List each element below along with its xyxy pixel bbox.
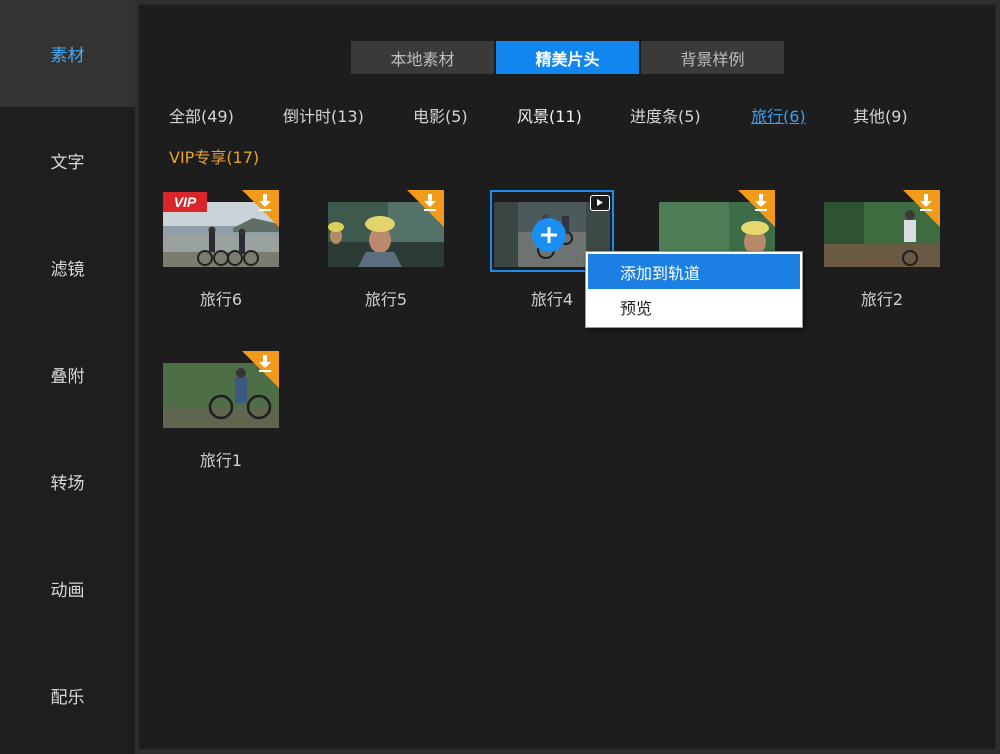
category-other[interactable]: 其他(9) [853, 107, 908, 127]
tab-label: 背景样例 [680, 49, 745, 69]
download-icon[interactable] [903, 190, 940, 227]
category-scenery[interactable]: 风景(11) [517, 107, 582, 127]
thumbnail [820, 190, 944, 272]
material-panel: 本地素材 精美片头 背景样例 全部(49) 倒计时(13) 电影(5) 风景(1… [138, 4, 996, 750]
category-countdown[interactable]: 倒计时(13) [283, 107, 364, 127]
context-menu: 添加到轨道 预览 [585, 251, 803, 328]
sidebar-item-overlay[interactable]: 叠附 [0, 321, 135, 428]
sidebar-item-label: 叠附 [50, 367, 85, 387]
menu-item-label: 添加到轨道 [620, 263, 701, 283]
sidebar-item-label: 动画 [50, 581, 85, 601]
tab-label: 本地素材 [390, 49, 455, 69]
category-progress-bar[interactable]: 进度条(5) [630, 107, 701, 127]
thumbnail [159, 351, 283, 433]
add-plus-icon[interactable] [532, 218, 566, 252]
category-movie[interactable]: 电影(5) [413, 107, 468, 127]
vip-badge: VIP [163, 192, 207, 212]
tab-label: 精美片头 [535, 49, 600, 69]
thumbnail [324, 190, 448, 272]
menu-item-label: 预览 [620, 298, 653, 318]
menu-item-preview[interactable]: 预览 [588, 289, 800, 324]
menu-item-add-to-track[interactable]: 添加到轨道 [588, 254, 800, 289]
download-icon[interactable] [738, 190, 775, 227]
thumbnail: VIP [159, 190, 283, 272]
sidebar-item-label: 素材 [50, 46, 85, 66]
item-title: 旅行6 [199, 290, 243, 309]
sidebar-item-animation[interactable]: 动画 [0, 535, 135, 642]
item-title: 旅行5 [364, 290, 408, 309]
download-icon[interactable] [407, 190, 444, 227]
sidebar-item-label: 配乐 [50, 688, 85, 708]
download-icon[interactable] [242, 351, 279, 388]
category-all[interactable]: 全部(49) [169, 107, 234, 127]
sidebar-item-filter[interactable]: 滤镜 [0, 214, 135, 321]
item-title: 旅行1 [199, 451, 243, 470]
sidebar-item-label: 文字 [50, 153, 85, 173]
tab-local-material[interactable]: 本地素材 [351, 41, 494, 74]
download-icon[interactable] [242, 190, 279, 227]
sidebar-item-material[interactable]: 素材 [0, 0, 135, 107]
play-preview-icon[interactable] [590, 195, 610, 211]
sidebar-item-transition[interactable]: 转场 [0, 428, 135, 535]
sidebar-item-label: 滤镜 [50, 260, 85, 280]
sidebar-item-music[interactable]: 配乐 [0, 642, 135, 749]
sidebar-item-label: 转场 [50, 474, 85, 494]
tab-intro-templates[interactable]: 精美片头 [496, 41, 639, 74]
item-title: 旅行2 [860, 290, 904, 309]
category-travel[interactable]: 旅行(6) [751, 107, 806, 127]
sidebar: 素材 文字 滤镜 叠附 转场 动画 配乐 [0, 0, 135, 754]
sidebar-item-text[interactable]: 文字 [0, 107, 135, 214]
tab-background-samples[interactable]: 背景样例 [641, 41, 784, 74]
category-vip-exclusive[interactable]: VIP专享(17) [169, 148, 259, 168]
